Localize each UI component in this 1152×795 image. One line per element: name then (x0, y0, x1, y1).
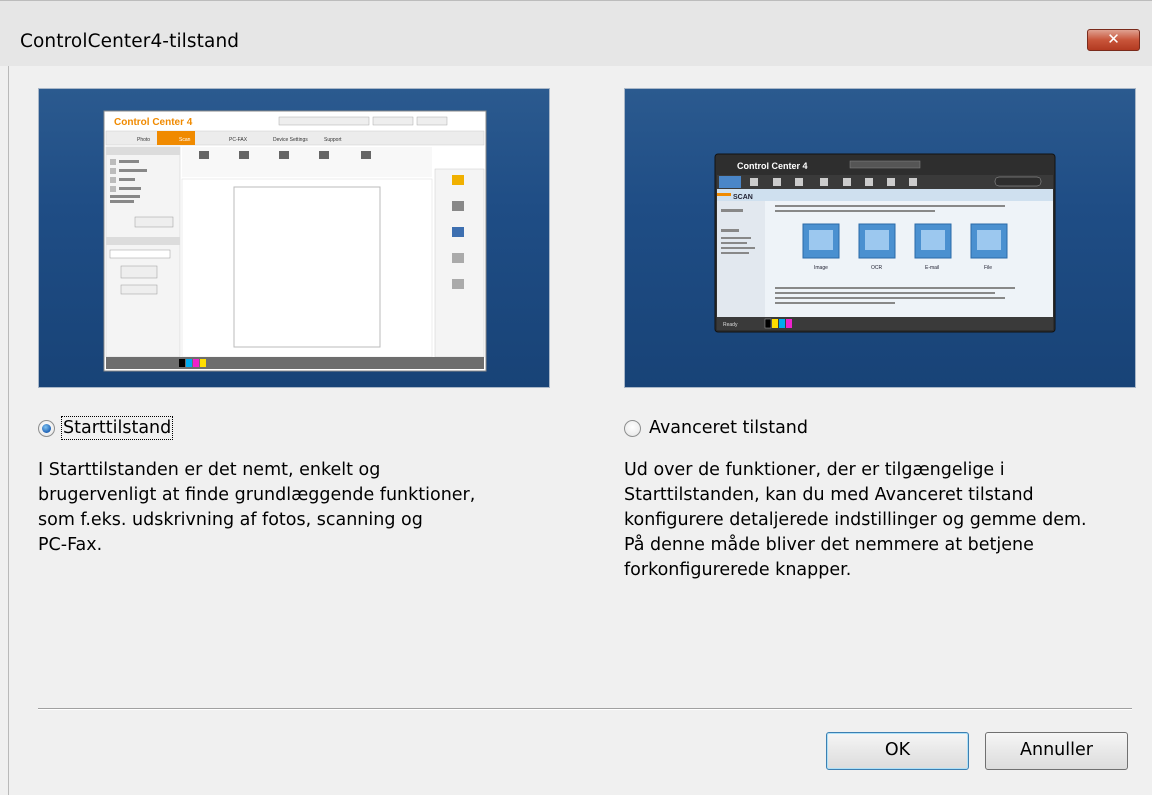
home-mode-label[interactable]: Starttilstand (60, 416, 174, 440)
adv-preview-status: Ready (723, 322, 738, 328)
adv-preview-app-title: Control Center 4 (737, 161, 808, 171)
adv-item-image: Image (814, 265, 828, 271)
adv-preview-section: SCAN (733, 194, 753, 201)
footer-separator (38, 708, 1132, 710)
adv-item-file: File (984, 265, 992, 271)
advanced-mode-option[interactable]: Avanceret tilstand (624, 413, 808, 443)
home-mode-preview-image: Control Center 4 Photo Scan PC-FAX Devic… (38, 88, 550, 388)
dialog-window: ControlCenter4-tilstand ✕ Control Center… (0, 0, 1152, 795)
advanced-mode-label[interactable]: Avanceret tilstand (649, 418, 808, 438)
preview-tab-photo: Photo (137, 137, 150, 143)
preview-tab-pcfax: PC-FAX (229, 137, 248, 143)
preview-tab-scan: Scan (179, 137, 191, 143)
title-bar[interactable]: ControlCenter4-tilstand ✕ (0, 0, 1152, 66)
adv-item-email: E-mail (925, 265, 939, 271)
home-mode-radio[interactable] (38, 419, 55, 437)
preview-app-title: Control Center 4 (114, 117, 193, 128)
close-icon: ✕ (1107, 30, 1120, 48)
home-mode-option[interactable]: Starttilstand (38, 413, 174, 443)
advanced-mode-preview-image: Control Center 4 SCAN Image OCR E-mail F… (624, 88, 1136, 388)
preview-tab-support: Support (324, 137, 342, 143)
adv-item-ocr: OCR (871, 265, 883, 271)
preview-tab-device: Device Settings (273, 137, 308, 143)
close-button[interactable]: ✕ (1087, 29, 1140, 51)
dialog-title: ControlCenter4-tilstand (20, 31, 240, 52)
home-mode-description: I Starttilstanden er det nemt, enkelt og… (38, 460, 476, 555)
advanced-mode-description: Ud over de funktioner, der er tilgængeli… (624, 460, 1087, 580)
ok-button[interactable]: OK (826, 732, 969, 770)
cancel-button[interactable]: Annuller (985, 732, 1128, 770)
advanced-mode-radio[interactable] (624, 419, 641, 437)
